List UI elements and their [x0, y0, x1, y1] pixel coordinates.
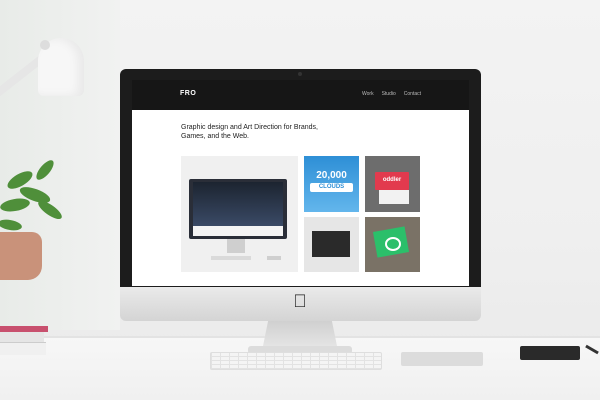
- fingerprint-icon: [385, 237, 401, 251]
- portfolio-tile-clouds[interactable]: 20,000 CLOUDS: [304, 156, 359, 212]
- business-card-dark: [312, 231, 350, 257]
- portfolio-tile-green-card[interactable]: [365, 217, 420, 272]
- notebook: [520, 346, 580, 360]
- nav-link-studio[interactable]: Studio: [382, 91, 396, 97]
- business-card-white: [379, 190, 409, 204]
- trackpad: [401, 352, 483, 366]
- site-tagline: Graphic design and Art Direction for Bra…: [181, 124, 318, 140]
- mini-monitor: [189, 179, 287, 239]
- portfolio-tile-imac[interactable]: [181, 156, 298, 272]
- book-stack: [0, 326, 48, 356]
- site-navbar: FRO Work Studio Contact: [132, 80, 469, 110]
- nav-links: Work Studio Contact: [362, 91, 421, 97]
- imac-screen: FRO Work Studio Contact Graphic design a…: [132, 80, 469, 286]
- site-logo[interactable]: FRO: [180, 90, 196, 97]
- mini-keyboard: [211, 256, 251, 260]
- clouds-word: CLOUDS: [310, 183, 353, 192]
- plant-pot: [0, 232, 42, 280]
- camera-icon: [298, 72, 302, 76]
- plant-leaves: [0, 160, 62, 231]
- portfolio-tile-oddler[interactable]: oddler: [365, 156, 420, 212]
- keyboard: [210, 352, 382, 370]
- mini-stand: [227, 239, 245, 253]
- nav-link-contact[interactable]: Contact: [404, 91, 421, 97]
- nav-link-work[interactable]: Work: [362, 91, 374, 97]
- apple-logo-icon: : [292, 292, 308, 310]
- mini-trackpad: [267, 256, 281, 260]
- clouds-number: 20,000: [316, 170, 347, 181]
- oddler-brand: oddler: [382, 177, 402, 183]
- portfolio-tile-dark-card[interactable]: [304, 217, 359, 272]
- desk-lamp-joint: [40, 40, 50, 50]
